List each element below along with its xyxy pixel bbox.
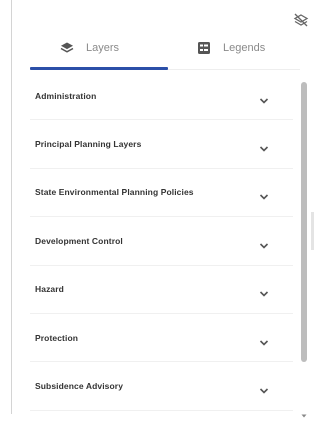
- panel-resize-handle[interactable]: [311, 212, 314, 250]
- hide-layers-icon[interactable]: [293, 12, 309, 28]
- chevron-down-icon[interactable]: [259, 334, 269, 346]
- legend-icon: [197, 41, 211, 55]
- layer-group-label: Administration: [35, 90, 97, 101]
- tab-layers-label: Layers: [86, 42, 120, 54]
- layer-group-hazard[interactable]: Hazard: [30, 266, 293, 314]
- layer-group-label: Development Control: [35, 235, 123, 246]
- layer-group-label: Subsidence Advisory: [35, 381, 124, 392]
- layer-group-protection[interactable]: Protection: [30, 314, 293, 363]
- layer-group-label: Hazard: [35, 284, 64, 295]
- scroll-down-arrow-icon[interactable]: [301, 406, 307, 418]
- layers-icon: [60, 41, 74, 55]
- chevron-down-icon[interactable]: [259, 382, 269, 394]
- scrollbar-thumb[interactable]: [301, 82, 307, 362]
- chevron-down-icon[interactable]: [259, 140, 269, 152]
- layers-panel: Layers Legends Administration Principal …: [11, 0, 314, 418]
- chevron-down-icon[interactable]: [259, 285, 269, 297]
- layer-list-scrollbar[interactable]: [300, 72, 308, 418]
- layer-group-subsidence-advisory[interactable]: Subsidence Advisory: [30, 362, 293, 411]
- layer-group-administration[interactable]: Administration: [30, 72, 293, 121]
- layer-group-label: State Environmental Planning Policies: [35, 187, 194, 198]
- chevron-down-icon[interactable]: [259, 188, 269, 201]
- tab-legends-label: Legends: [223, 42, 266, 54]
- layer-group-label: Protection: [35, 332, 79, 343]
- layer-group-principal-planning[interactable]: Principal Planning Layers: [30, 120, 293, 169]
- layer-group-label: Principal Planning Layers: [35, 139, 142, 150]
- layer-group-sepp[interactable]: State Environmental Planning Policies: [30, 169, 293, 218]
- tab-legends[interactable]: Legends: [197, 30, 265, 66]
- layer-group-development-control[interactable]: Development Control: [30, 217, 293, 266]
- scroll-up-arrow-icon[interactable]: [301, 74, 307, 86]
- chevron-down-icon[interactable]: [259, 237, 269, 249]
- panel-tabs: Layers Legends: [30, 30, 300, 70]
- active-tab-indicator: [30, 67, 168, 70]
- layer-group-list: Administration Principal Planning Layers…: [30, 72, 293, 414]
- tab-layers[interactable]: Layers: [60, 30, 119, 66]
- chevron-down-icon[interactable]: [259, 92, 269, 104]
